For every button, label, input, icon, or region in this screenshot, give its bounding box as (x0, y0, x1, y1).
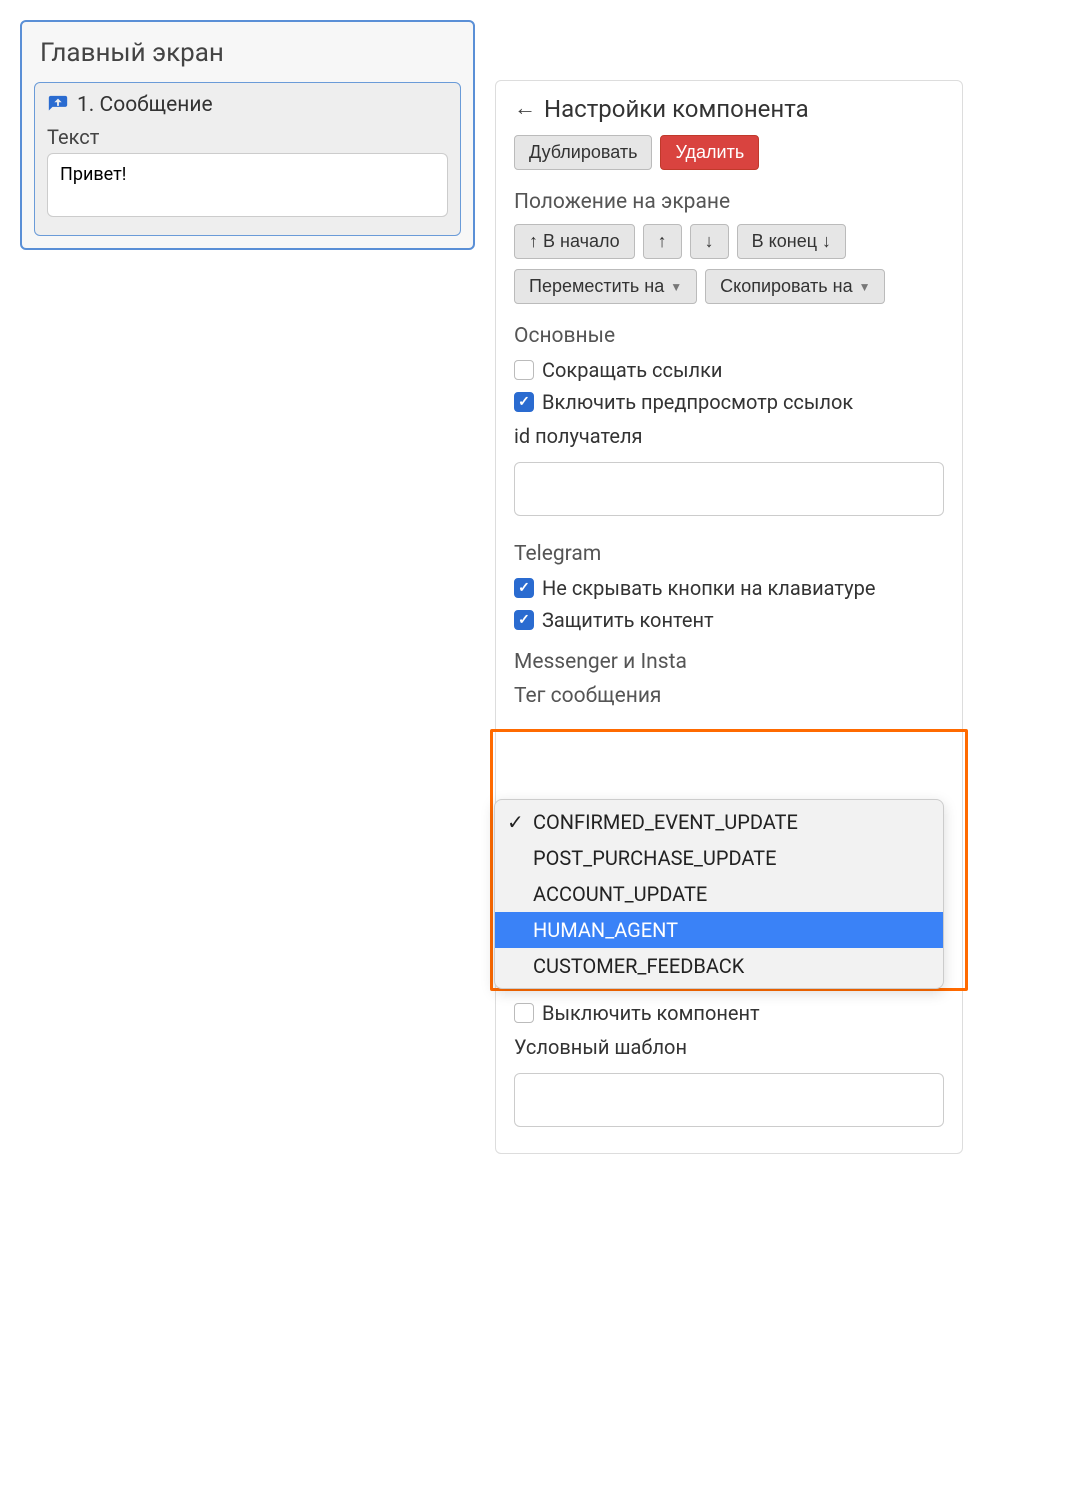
dropdown-option[interactable]: ACCOUNT_UPDATE (495, 876, 943, 912)
keep-keyboard-label: Не скрывать кнопки на клавиатуре (542, 576, 875, 600)
telegram-section-title: Telegram (514, 542, 944, 566)
dropdown-option[interactable]: CONFIRMED_EVENT_UPDATE✓ (495, 804, 943, 840)
copy-to-button[interactable]: Скопировать на ▼ (705, 269, 885, 304)
shorten-links-label: Сокращать ссылки (542, 358, 722, 382)
shorten-links-checkbox[interactable] (514, 360, 534, 380)
recipient-id-label: id получателя (514, 424, 643, 448)
keep-keyboard-checkbox[interactable]: ✓ (514, 578, 534, 598)
check-icon: ✓ (507, 810, 524, 834)
to-start-button[interactable]: ↑ В начало (514, 224, 635, 259)
messenger-section-title: Messenger и Insta (514, 650, 944, 674)
main-screen-title: Главный экран (40, 38, 461, 68)
dropdown-option[interactable]: HUMAN_AGENT (495, 912, 943, 948)
message-icon (47, 94, 69, 116)
position-section-title: Положение на экране (514, 190, 944, 214)
link-preview-checkbox[interactable]: ✓ (514, 392, 534, 412)
main-section-title: Основные (514, 324, 944, 348)
message-card[interactable]: 1. Сообщение Текст (34, 82, 461, 236)
move-to-button[interactable]: Переместить на ▼ (514, 269, 697, 304)
panel-title: Настройки компонента (544, 95, 809, 123)
dropdown-option[interactable]: POST_PURCHASE_UPDATE (495, 840, 943, 876)
move-down-button[interactable]: ↓ (690, 224, 729, 259)
component-settings-panel: ← Настройки компонента Дублировать Удали… (495, 80, 963, 1154)
message-text-input[interactable] (47, 153, 448, 217)
disable-component-label: Выключить компонент (542, 1001, 760, 1025)
dropdown-option[interactable]: CUSTOMER_FEEDBACK (495, 948, 943, 984)
main-screen-panel: Главный экран 1. Сообщение Текст (20, 20, 475, 250)
template-label: Условный шаблон (514, 1035, 687, 1059)
duplicate-button[interactable]: Дублировать (514, 135, 652, 170)
link-preview-label: Включить предпросмотр ссылок (542, 390, 853, 414)
copy-to-label: Скопировать на (720, 276, 852, 297)
template-input[interactable] (514, 1073, 944, 1127)
text-label: Текст (47, 125, 448, 149)
move-to-label: Переместить на (529, 276, 664, 297)
message-title: 1. Сообщение (77, 93, 213, 117)
back-arrow-icon[interactable]: ← (514, 98, 536, 120)
move-up-button[interactable]: ↑ (643, 224, 682, 259)
to-end-button[interactable]: В конец ↓ (737, 224, 846, 259)
message-tag-label: Тег сообщения (514, 684, 944, 708)
recipient-id-input[interactable] (514, 462, 944, 516)
caret-down-icon: ▼ (670, 280, 682, 294)
message-tag-dropdown[interactable]: CONFIRMED_EVENT_UPDATE✓POST_PURCHASE_UPD… (494, 799, 944, 989)
disable-component-checkbox[interactable] (514, 1003, 534, 1023)
protect-content-label: Защитить контент (542, 608, 714, 632)
protect-content-checkbox[interactable]: ✓ (514, 610, 534, 630)
caret-down-icon: ▼ (859, 280, 871, 294)
delete-button[interactable]: Удалить (660, 135, 759, 170)
